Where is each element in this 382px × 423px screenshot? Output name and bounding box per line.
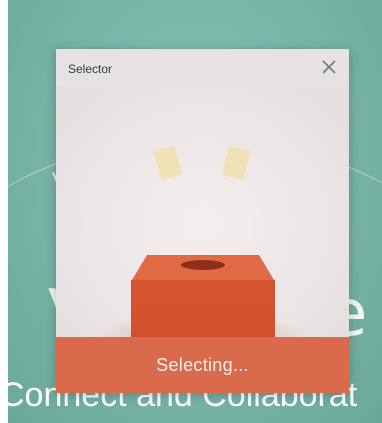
status-text: Selecting... bbox=[156, 354, 249, 375]
dialog-header: Selector bbox=[56, 49, 349, 87]
floating-card-right bbox=[222, 146, 250, 180]
dialog-title: Selector bbox=[68, 62, 113, 76]
selection-illustration bbox=[97, 146, 307, 357]
close-icon bbox=[322, 60, 336, 74]
selecting-status-bar: Selecting... bbox=[56, 337, 349, 393]
floating-card-left bbox=[154, 146, 182, 180]
ballot-box-icon bbox=[131, 255, 275, 350]
close-button[interactable] bbox=[319, 57, 339, 77]
selection-animation bbox=[56, 87, 349, 357]
selector-dialog: Selector Selecting... bbox=[56, 49, 349, 393]
